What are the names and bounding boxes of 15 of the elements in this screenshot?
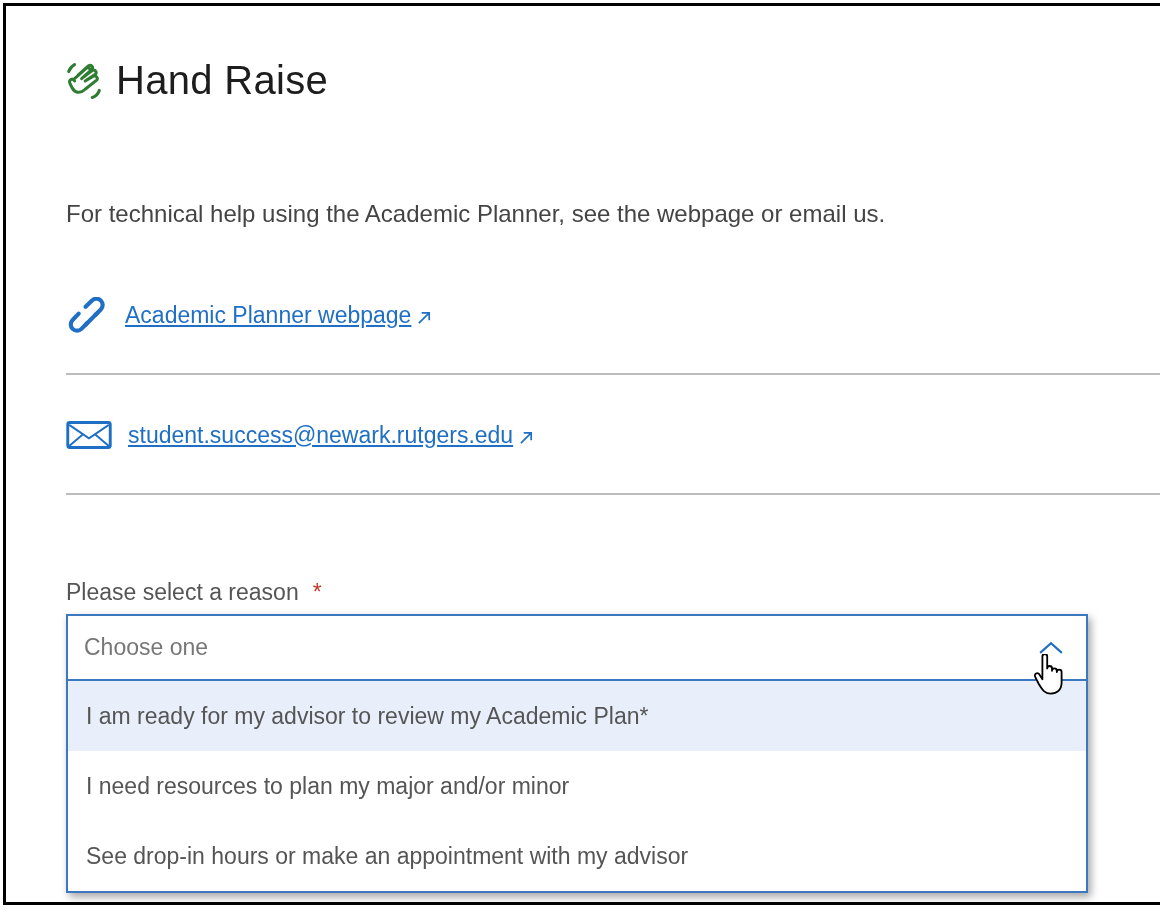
help-text: For technical help using the Academic Planner, see the webpage or email us. — [66, 200, 887, 228]
page-title: Hand Raise — [116, 58, 328, 103]
dropdown-option[interactable]: I am ready for my advisor to review my Academic Plan* — [68, 681, 1086, 751]
reason-dropdown[interactable]: Choose one I am ready for my advisor to review my Academic Plan* I need resources to plan my major and/or minor See drop-in hours or make an appointment with my advisor — [66, 614, 1088, 893]
envelope-icon — [66, 421, 112, 449]
chevron-icon — [1038, 639, 1064, 656]
dropdown-option[interactable]: I need resources to plan my major and/or minor — [68, 751, 1086, 821]
dropdown-placeholder: Choose one — [84, 634, 209, 661]
required-mark: * — [312, 579, 322, 606]
webpage-link[interactable]: Academic Planner webpage — [125, 301, 412, 329]
email-link[interactable]: student.success@newark.rutgers.edu — [128, 421, 514, 449]
field-label: Please select a reason — [66, 579, 299, 606]
raised-hand-icon — [64, 60, 104, 101]
pointer-cursor-icon — [1034, 654, 1064, 696]
dropdown-option[interactable]: See drop-in hours or make an appointment with my advisor — [68, 821, 1086, 891]
